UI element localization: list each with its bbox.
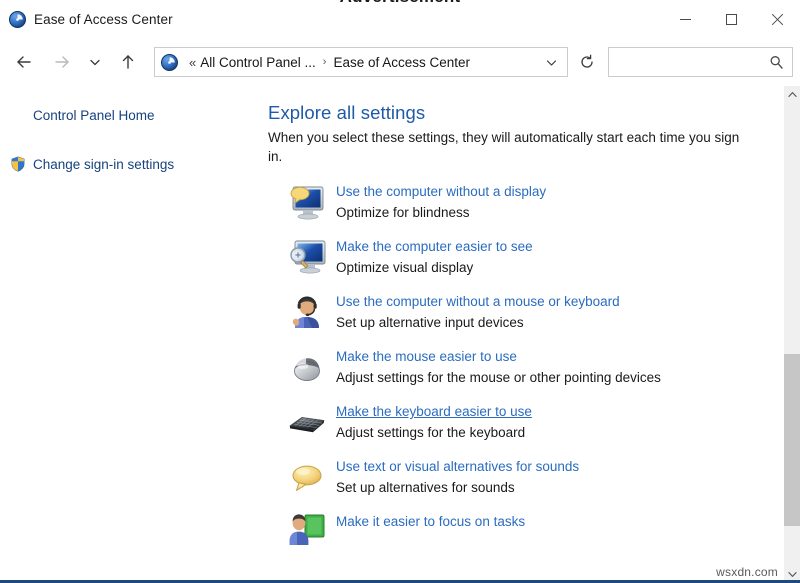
list-item[interactable]: Make the mouse easier to use Adjust sett… (268, 344, 786, 388)
sidebar: Control Panel Home Change sign-in settin… (0, 86, 264, 583)
chevron-down-icon (788, 571, 797, 578)
setting-subtitle: Optimize visual display (336, 259, 533, 277)
search-input[interactable] (616, 55, 766, 70)
recent-locations-button[interactable] (84, 47, 106, 77)
list-item-texts: Use the computer without a mouse or keyb… (336, 289, 620, 332)
watermark: wsxdn.com (716, 565, 778, 579)
monitor-speech-bubble-icon (286, 181, 328, 223)
ease-of-access-icon (9, 11, 26, 28)
arrow-right-icon (53, 54, 71, 70)
page-title: Explore all settings (268, 102, 786, 124)
setting-link[interactable]: Use the computer without a display (336, 183, 546, 201)
chevron-down-icon (88, 55, 102, 69)
person-green-board-icon (286, 511, 328, 553)
ease-of-access-window: Advertisement Ease of Access Center (0, 0, 800, 583)
speech-bubble-icon (286, 456, 328, 498)
back-button[interactable] (10, 47, 38, 77)
list-item[interactable]: Make the computer easier to see Optimize… (268, 234, 786, 278)
search-box[interactable] (608, 47, 793, 77)
maximize-icon (726, 14, 737, 25)
arrow-left-icon (15, 54, 33, 70)
settings-list: Use the computer without a display Optim… (268, 179, 786, 553)
search-icon[interactable] (769, 55, 784, 70)
sidebar-item-label: Change sign-in settings (33, 157, 174, 172)
list-item-texts: Use the computer without a display Optim… (336, 179, 546, 222)
minimize-icon (680, 19, 691, 20)
sidebar-item-label: Control Panel Home (33, 108, 155, 123)
main-content: Explore all settings When you select the… (264, 86, 786, 583)
keyboard-icon (286, 401, 328, 443)
list-item-texts: Make the keyboard easier to use Adjust s… (336, 399, 532, 442)
address-dropdown-button[interactable] (541, 48, 561, 76)
refresh-icon (579, 54, 595, 70)
setting-subtitle: Optimize for blindness (336, 204, 546, 222)
navigation-bar: « All Control Panel ... › Ease of Access… (0, 38, 800, 86)
breadcrumb-separator: › (323, 57, 327, 68)
setting-link[interactable]: Use the computer without a mouse or keyb… (336, 293, 620, 311)
setting-subtitle: Set up alternative input devices (336, 314, 620, 332)
chevron-down-icon (545, 56, 558, 69)
vertical-scrollbar[interactable] (783, 86, 800, 583)
setting-subtitle: Set up alternatives for sounds (336, 479, 579, 497)
list-item-texts: Use text or visual alternatives for soun… (336, 454, 579, 497)
setting-link[interactable]: Make the keyboard easier to use (336, 403, 532, 421)
page-description: When you select these settings, they wil… (268, 128, 748, 166)
advertisement-label: Advertisement (0, 0, 800, 6)
breadcrumb-item-all-control-panel[interactable]: All Control Panel ... (200, 55, 316, 70)
setting-link[interactable]: Make the computer easier to see (336, 238, 533, 256)
sidebar-item-control-panel-home[interactable]: Control Panel Home (0, 104, 264, 126)
list-item-texts: Make the mouse easier to use Adjust sett… (336, 344, 661, 387)
setting-subtitle: Adjust settings for the mouse or other p… (336, 369, 661, 387)
breadcrumb-item-ease-of-access-center[interactable]: Ease of Access Center (333, 55, 470, 70)
advertisement-banner: Advertisement (0, 0, 800, 6)
person-headset-icon (286, 291, 328, 333)
setting-link[interactable]: Use text or visual alternatives for soun… (336, 458, 579, 476)
address-bar[interactable]: « All Control Panel ... › Ease of Access… (154, 47, 568, 77)
list-item[interactable]: Use text or visual alternatives for soun… (268, 454, 786, 498)
list-item[interactable]: Make it easier to focus on tasks (268, 509, 786, 553)
list-item[interactable]: Use the computer without a display Optim… (268, 179, 786, 223)
sidebar-spacer (0, 126, 264, 153)
scrollbar-thumb[interactable] (784, 354, 800, 526)
list-item[interactable]: Make the keyboard easier to use Adjust s… (268, 399, 786, 443)
list-item[interactable]: Use the computer without a mouse or keyb… (268, 289, 786, 333)
up-button[interactable] (114, 47, 142, 77)
close-icon (771, 13, 784, 26)
forward-button[interactable] (48, 47, 76, 77)
shield-icon (10, 156, 26, 172)
setting-link[interactable]: Make it easier to focus on tasks (336, 513, 525, 531)
content-body: Control Panel Home Change sign-in settin… (0, 86, 800, 583)
scroll-up-button[interactable] (784, 86, 800, 103)
list-item-texts: Make the computer easier to see Optimize… (336, 234, 533, 277)
breadcrumb-overflow-chevron[interactable]: « (189, 56, 196, 69)
list-item-texts: Make it easier to focus on tasks (336, 509, 525, 534)
window-title: Ease of Access Center (34, 12, 173, 27)
monitor-magnifier-icon (286, 236, 328, 278)
setting-link[interactable]: Make the mouse easier to use (336, 348, 517, 366)
refresh-button[interactable] (570, 47, 604, 77)
arrow-up-icon (120, 54, 136, 71)
mouse-icon (286, 346, 328, 388)
chevron-up-icon (788, 91, 797, 98)
address-bar-icon (161, 54, 178, 71)
setting-subtitle: Adjust settings for the keyboard (336, 424, 532, 442)
sidebar-item-change-sign-in-settings[interactable]: Change sign-in settings (0, 153, 264, 175)
